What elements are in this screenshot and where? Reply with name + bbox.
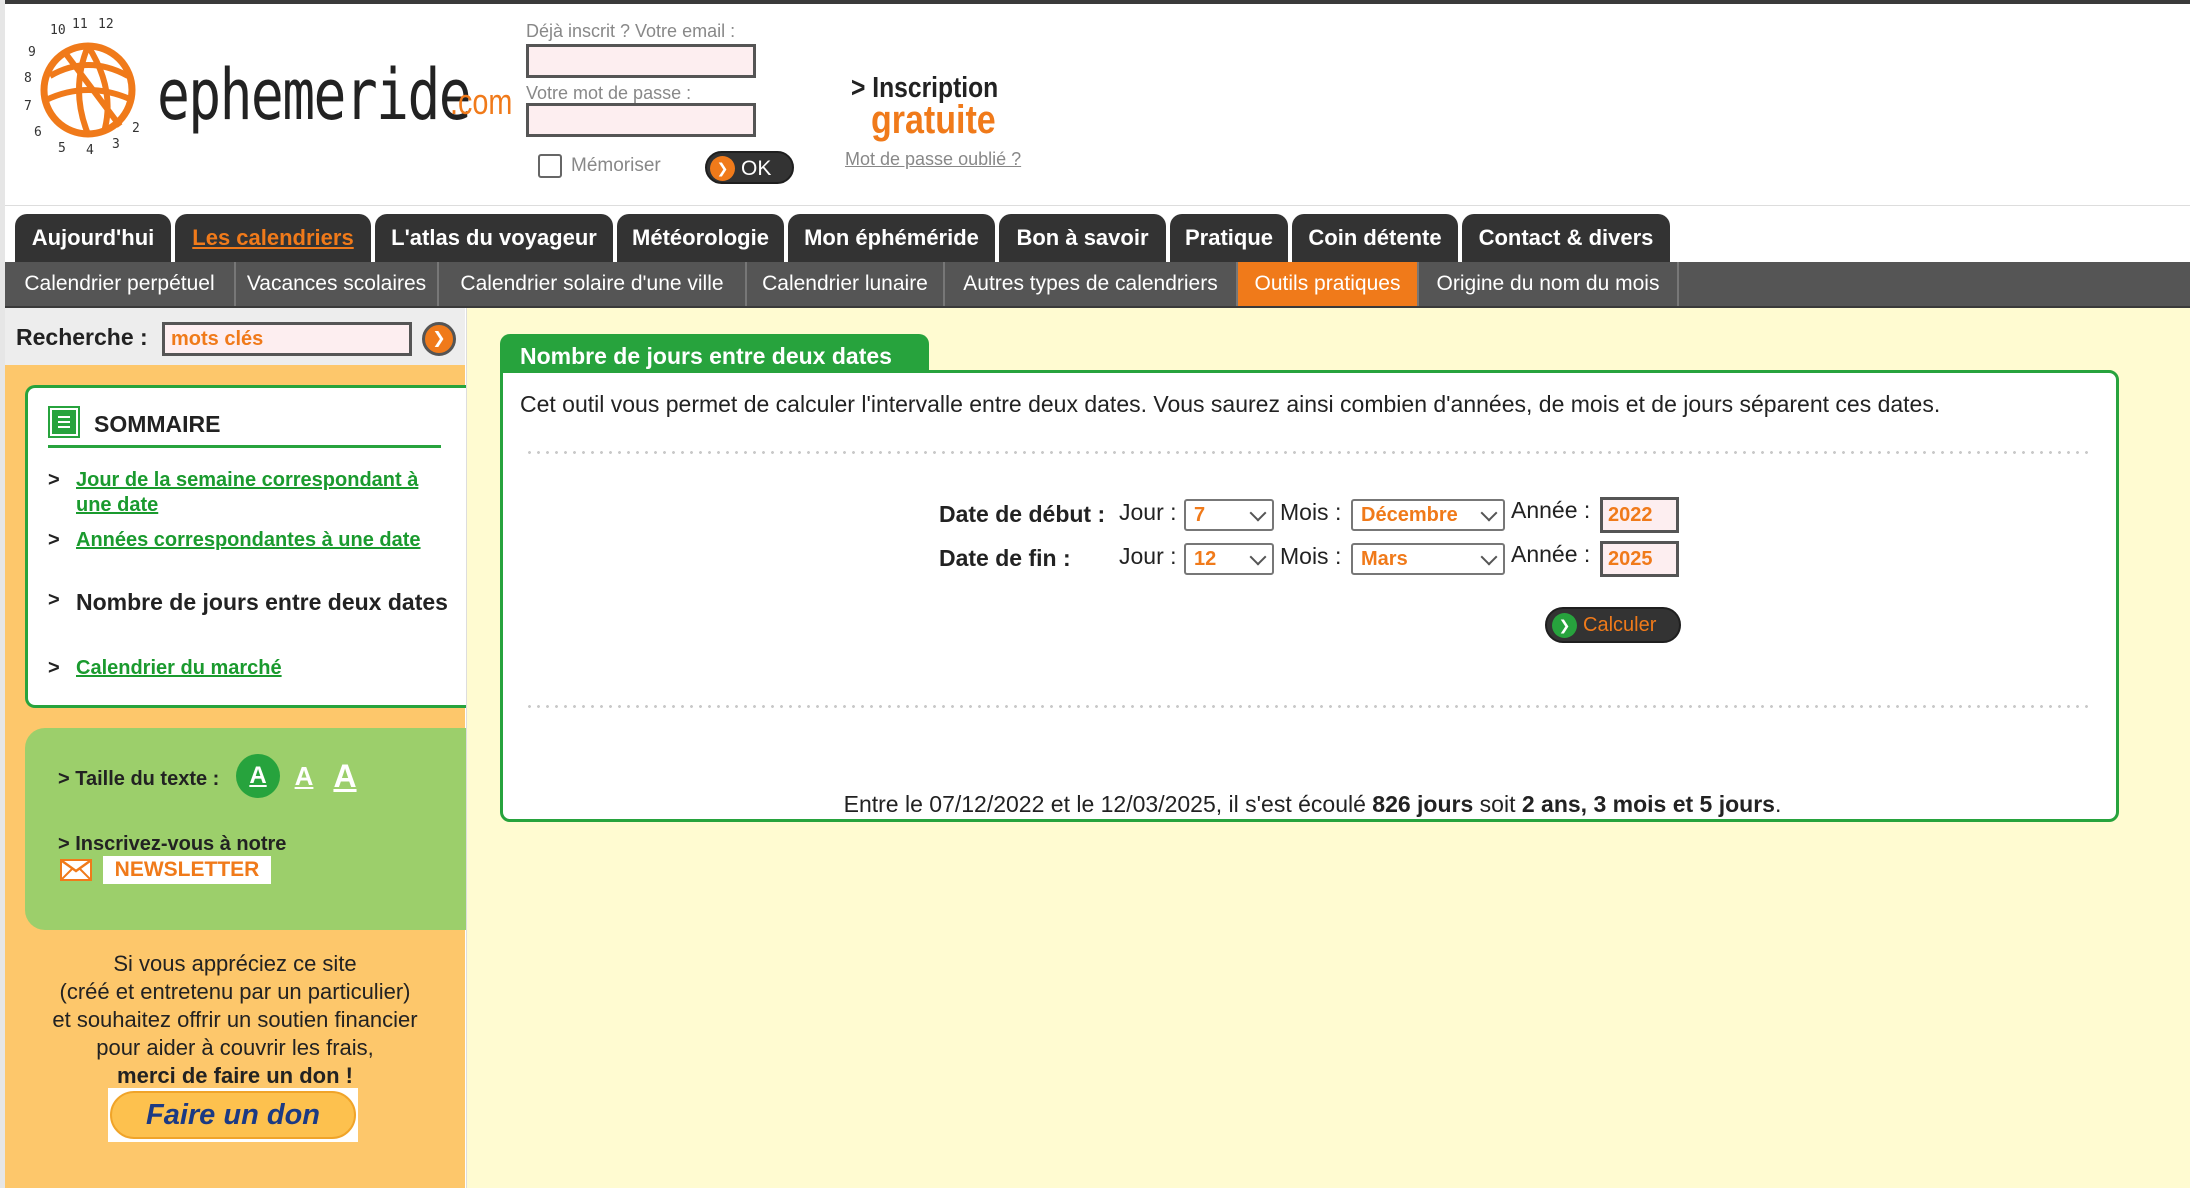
tools-panel: > Taille du texte : A A A > Inscrivez-vo… — [25, 728, 471, 930]
sommaire-item-jour-semaine[interactable]: > Jour de la semaine correspondant à une… — [48, 468, 458, 518]
svg-text:12: 12 — [98, 17, 114, 32]
end-year-input[interactable]: 2025 — [1600, 541, 1679, 577]
start-month-select[interactable]: Décembre — [1351, 499, 1505, 531]
subtab-calendrier-solaire[interactable]: Calendrier solaire d'une ville — [439, 262, 747, 306]
tool-description: Cet outil vous permet de calculer l'inte… — [520, 391, 1941, 417]
email-label: Déjà inscrit ? Votre email : — [526, 21, 736, 41]
start-day-select[interactable]: 7 — [1184, 499, 1274, 531]
sommaire-panel: SOMMAIRE > Jour de la semaine correspond… — [25, 385, 471, 708]
tab-pratique[interactable]: Pratique — [1170, 214, 1288, 262]
sommaire-item-calendrier-marche[interactable]: > Calendrier du marché — [48, 656, 458, 681]
end-date-label: Date de fin : — [939, 545, 1071, 571]
signup-link-line2[interactable]: gratuite — [871, 98, 996, 143]
svg-text:11: 11 — [72, 17, 88, 32]
start-year-input[interactable]: 2022 — [1600, 497, 1679, 533]
svg-text:2: 2 — [132, 121, 140, 136]
svg-text:4: 4 — [86, 143, 94, 154]
main-content: Nombre de jours entre deux dates Cet out… — [466, 308, 2190, 1188]
result-days: 826 jours — [1372, 791, 1474, 817]
envelope-icon[interactable] — [60, 859, 92, 881]
text-size-small-button[interactable]: A — [236, 754, 280, 798]
password-field[interactable] — [526, 103, 756, 137]
calculate-button[interactable]: ❯ Calculer — [1545, 607, 1681, 643]
header: 10 11 12 9 8 7 6 5 4 32 ephemeride .com Déjà i… — [5, 4, 2190, 206]
svg-text:3: 3 — [112, 137, 120, 152]
subtab-origine-nom-mois[interactable]: Origine du nom du mois — [1419, 262, 1679, 306]
forgot-password-link[interactable]: Mot de passe oublié ? — [845, 149, 1021, 170]
arrow-right-icon: ❯ — [1552, 613, 1577, 638]
donation-message: Si vous appréciez ce site (créé et entre… — [52, 951, 418, 1088]
arrow-right-icon: ❯ — [710, 156, 735, 181]
donate-button-label: Faire un don — [110, 1091, 356, 1139]
globe-icon: 10 11 12 9 8 7 6 5 4 32 — [24, 17, 140, 154]
search-submit-button[interactable]: ❯ — [422, 322, 456, 356]
logo-wordmark: ephemeride — [157, 54, 472, 136]
sommaire-item-annees[interactable]: > Années correspondantes à une date — [48, 528, 458, 553]
sommaire-title: SOMMAIRE — [94, 411, 221, 437]
svg-text:7: 7 — [24, 99, 32, 114]
svg-text:9: 9 — [28, 45, 36, 60]
end-month-label: Mois : — [1280, 543, 1342, 569]
end-day-select[interactable]: 12 — [1184, 543, 1274, 575]
start-year-label: Année : — [1511, 497, 1591, 523]
text-size-label: > Taille du texte : — [58, 768, 220, 790]
search-label: Recherche : — [16, 324, 148, 350]
result-duration: 2 ans, 3 mois et 5 jours — [1521, 791, 1775, 817]
subtab-autres-calendriers[interactable]: Autres types de calendriers — [945, 262, 1238, 306]
tab-contact-divers[interactable]: Contact & divers — [1462, 214, 1670, 262]
tab-bon-a-savoir[interactable]: Bon à savoir — [999, 214, 1166, 262]
tool-card: Cet outil vous permet de calculer l'inte… — [500, 370, 2119, 822]
search-bar: Recherche : mots clés ❯ — [5, 308, 465, 365]
sommaire-divider — [48, 445, 441, 448]
login-ok-button[interactable]: ❯ OK — [705, 151, 794, 184]
tab-les-calendriers[interactable]: Les calendriers — [175, 214, 371, 262]
subtab-calendrier-lunaire[interactable]: Calendrier lunaire — [747, 262, 945, 306]
chevron-down-icon — [1249, 548, 1267, 566]
result-text: Entre le 07/12/2022 et le 12/03/2025, il… — [843, 791, 1782, 817]
tab-aujourdhui[interactable]: Aujourd'hui — [15, 214, 171, 262]
subtab-vacances-scolaires[interactable]: Vacances scolaires — [236, 262, 439, 306]
end-year-label: Année : — [1511, 541, 1591, 567]
main-nav: Aujourd'hui Les calendriers L'atlas du v… — [5, 206, 2190, 262]
donate-button[interactable]: Faire un don — [108, 1088, 358, 1142]
email-field[interactable] — [526, 44, 756, 78]
tab-mon-ephemeride[interactable]: Mon éphéméride — [788, 214, 995, 262]
subtab-outils-pratiques[interactable]: Outils pratiques — [1238, 262, 1419, 306]
start-day-label: Jour : — [1119, 499, 1177, 525]
end-month-select[interactable]: Mars — [1351, 543, 1505, 575]
dotted-divider — [525, 705, 2093, 708]
tab-meteorologie[interactable]: Météorologie — [617, 214, 784, 262]
sommaire-item-nombre-jours: > Nombre de jours entre deux dates — [48, 589, 448, 615]
end-day-label: Jour : — [1119, 543, 1177, 569]
start-date-label: Date de début : — [939, 501, 1106, 527]
chevron-down-icon — [1480, 504, 1498, 522]
newsletter-link[interactable]: NEWSLETTER — [103, 856, 271, 884]
svg-text:8: 8 — [24, 71, 32, 86]
dotted-divider — [525, 451, 2093, 454]
sidebar: Recherche : mots clés ❯ SOMMAIRE > Jour … — [5, 308, 471, 1188]
document-icon — [48, 406, 80, 438]
sub-nav: Calendrier perpétuel Vacances scolaires … — [5, 262, 2190, 308]
svg-text:5: 5 — [58, 141, 66, 154]
logo-tld: .com — [450, 81, 513, 122]
text-size-medium-button[interactable]: A — [287, 757, 321, 795]
start-month-label: Mois : — [1280, 499, 1342, 525]
subtab-calendrier-perpetuel[interactable]: Calendrier perpétuel — [5, 262, 236, 306]
remember-checkbox[interactable] — [538, 154, 562, 178]
text-size-large-button[interactable]: A — [325, 754, 365, 798]
chevron-down-icon — [1480, 548, 1498, 566]
tab-coin-detente[interactable]: Coin détente — [1292, 214, 1458, 262]
site-logo[interactable]: 10 11 12 9 8 7 6 5 4 32 ephemeride .com — [20, 14, 520, 184]
password-label: Votre mot de passe : — [526, 83, 692, 103]
chevron-down-icon — [1249, 504, 1267, 522]
remember-label: Mémoriser — [571, 155, 661, 176]
tab-atlas-voyageur[interactable]: L'atlas du voyageur — [375, 214, 613, 262]
search-input[interactable]: mots clés — [162, 322, 412, 356]
newsletter-label: > Inscrivez-vous à notre — [58, 833, 287, 855]
svg-text:6: 6 — [34, 125, 42, 140]
svg-text:10: 10 — [50, 23, 66, 38]
calculate-label: Calculer — [1583, 614, 1657, 636]
login-ok-label: OK — [741, 157, 772, 180]
